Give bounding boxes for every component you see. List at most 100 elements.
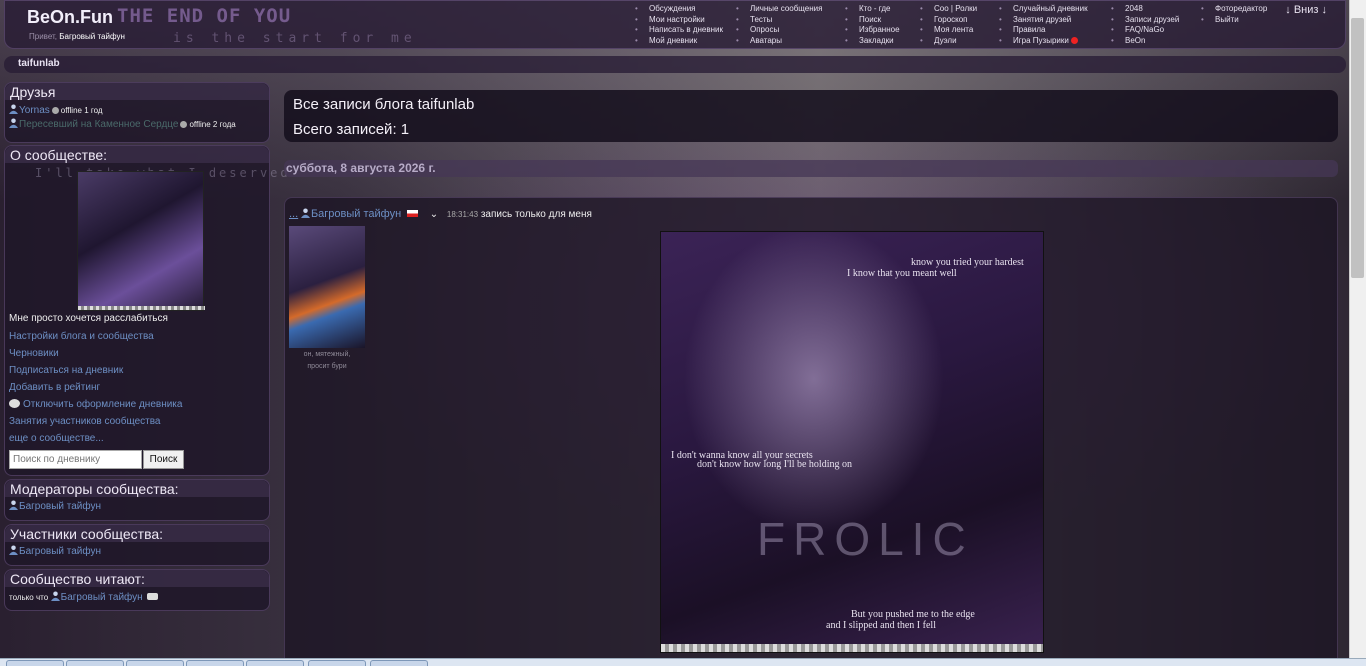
menu-item[interactable]: • Избранное bbox=[845, 25, 900, 36]
post-header: ... Багровый тайфун ⌄ 18:31:43 запись то… bbox=[289, 208, 592, 220]
user-icon bbox=[9, 545, 18, 555]
moderator-link[interactable]: Багровый тайфун bbox=[19, 501, 101, 512]
menu-item[interactable]: • Опросы bbox=[736, 25, 822, 36]
post-image: know you tried your hardest I know that … bbox=[660, 231, 1044, 653]
menu-item[interactable]: • Обсуждения bbox=[635, 4, 723, 15]
menu-item[interactable]: • Записи друзей bbox=[1111, 15, 1179, 26]
menu-item[interactable]: • Аватары bbox=[736, 36, 822, 47]
menu-item[interactable]: • Кто - где bbox=[845, 4, 900, 15]
menu-item[interactable]: • Выйти bbox=[1201, 15, 1267, 26]
menu-item[interactable]: • Игра Пузырики bbox=[999, 36, 1088, 47]
settings-link[interactable]: Настройки блога и сообщества bbox=[9, 328, 182, 345]
menu-item[interactable]: • Гороскоп bbox=[920, 15, 977, 26]
taskbar-button[interactable] bbox=[6, 660, 64, 666]
moderators-block: Модераторы сообщества: Багровый тайфун bbox=[4, 479, 270, 521]
menu-item[interactable]: • Мой дневник bbox=[635, 36, 723, 47]
post-privacy: запись только для меня bbox=[480, 209, 592, 220]
menu-item[interactable]: • Дуэли bbox=[920, 36, 977, 47]
about-title: О сообществе: bbox=[5, 146, 269, 163]
menu-item[interactable]: • Закладки bbox=[845, 36, 900, 47]
more-about-link[interactable]: еще о сообществе... bbox=[9, 430, 182, 447]
menu-item[interactable]: • Мои настройки bbox=[635, 15, 723, 26]
offline-status-icon bbox=[180, 121, 188, 128]
post-count: Всего записей: 1 bbox=[293, 121, 410, 138]
friend-link[interactable]: Yornas bbox=[19, 105, 50, 116]
menu-column-5: • Случайный дневник • Занятия друзей • Прав… bbox=[999, 4, 1088, 46]
subscribe-link[interactable]: Подписаться на дневник bbox=[9, 362, 182, 379]
user-icon bbox=[9, 104, 18, 114]
lyric-line: But you pushed me to the edge bbox=[851, 609, 975, 620]
blog-header: Все записи блога taifunlab Всего записей… bbox=[284, 90, 1338, 142]
reader-time: только что bbox=[9, 593, 49, 602]
diary-search-input[interactable] bbox=[9, 450, 142, 469]
add-rating-link[interactable]: Добавить в рейтинг bbox=[9, 379, 182, 396]
menu-item[interactable]: • BeOn bbox=[1111, 36, 1179, 47]
menu-item[interactable]: • Занятия друзей bbox=[999, 15, 1088, 26]
lyric-line: I know that you meant well bbox=[847, 268, 957, 279]
scroll-down-link[interactable]: ↓ Вниз ↓ bbox=[1285, 4, 1327, 16]
menu-item[interactable]: • Соо | Ролки bbox=[920, 4, 977, 15]
user-icon bbox=[9, 500, 18, 510]
menu-item[interactable]: • FAQ/NaGo bbox=[1111, 25, 1179, 36]
menu-item[interactable]: • Поиск bbox=[845, 15, 900, 26]
menu-item[interactable]: • 2048 bbox=[1111, 4, 1179, 15]
greeting-user[interactable]: Багровый тайфун bbox=[59, 32, 125, 41]
taskbar-button[interactable] bbox=[186, 660, 244, 666]
taskbar-button[interactable] bbox=[126, 660, 184, 666]
menu-item[interactable]: • Тесты bbox=[736, 15, 822, 26]
scrollbar[interactable] bbox=[1349, 0, 1366, 666]
friend-row: Пересевший на Каменное Сердце offline 2 г… bbox=[5, 118, 269, 130]
taskbar-button[interactable] bbox=[308, 660, 366, 666]
post: ... Багровый тайфун ⌄ 18:31:43 запись то… bbox=[284, 197, 1338, 666]
diary-search-button[interactable]: Поиск bbox=[143, 450, 184, 469]
menu-item[interactable]: • Фотоpедактор bbox=[1201, 4, 1267, 15]
menu-item[interactable]: • Правила bbox=[999, 25, 1088, 36]
menu-column-2: • Личные сообщения • Тесты • Опросы • Аватар… bbox=[736, 4, 822, 46]
members-title: Участники сообщества: bbox=[5, 525, 269, 542]
offline-status-icon bbox=[51, 107, 59, 114]
about-links: Настройки блога и сообщества Черновики П… bbox=[5, 328, 182, 447]
menu-column-1: • Обсуждения • Мои настройки • Написать в д… bbox=[635, 4, 723, 46]
drafts-link[interactable]: Черновики bbox=[9, 345, 182, 362]
header-motto: THE END OF YOU bbox=[117, 5, 292, 27]
flag-icon bbox=[406, 210, 418, 217]
site-logo[interactable]: BeOn.Fun bbox=[27, 7, 113, 28]
menu-item[interactable]: • Случайный дневник bbox=[999, 4, 1088, 15]
notification-dot-icon bbox=[1070, 36, 1078, 44]
readers-title: Сообщество читают: bbox=[5, 570, 269, 587]
member-activity-link[interactable]: Занятия участников сообщества bbox=[9, 413, 182, 430]
readers-block: Сообщество читают: только что Багровый т… bbox=[4, 569, 270, 611]
menu-item[interactable]: • Моя лента bbox=[920, 25, 977, 36]
menu-column-7: • Фотоpедактор • Выйти bbox=[1201, 4, 1267, 25]
member-row: Багровый тайфун bbox=[5, 545, 269, 557]
paint-icon bbox=[9, 399, 20, 408]
taskbar-button[interactable] bbox=[246, 660, 304, 666]
scrollbar-thumb[interactable] bbox=[1351, 18, 1364, 278]
reader-link[interactable]: Багровый тайфун bbox=[61, 592, 143, 603]
about-block: О сообществе: I'll take what I deserved … bbox=[4, 145, 288, 476]
diary-search: Поиск bbox=[9, 450, 184, 469]
menu-item[interactable]: • Написать в дневник bbox=[635, 25, 723, 36]
post-menu-link[interactable]: ... bbox=[289, 208, 298, 220]
friend-link[interactable]: Пересевший на Каменное Сердце bbox=[19, 119, 178, 130]
post-author[interactable]: Багровый тайфун bbox=[311, 208, 401, 220]
taskbar-button[interactable] bbox=[66, 660, 124, 666]
image-border bbox=[661, 644, 1043, 652]
friends-block: Друзья Yornas offline 1 год Пересевший на… bbox=[4, 82, 270, 143]
disable-design-row[interactable]: Отключить оформление дневника bbox=[9, 396, 182, 413]
friends-title: Друзья bbox=[5, 83, 269, 100]
date-bar: суббота, 8 августа 2026 г. bbox=[284, 160, 1338, 177]
lyric-line: and I slipped and then I fell bbox=[826, 620, 936, 631]
greeting-label: Привет, bbox=[29, 32, 58, 41]
breadcrumb[interactable]: taifunlab bbox=[4, 56, 1346, 73]
menu-item[interactable]: • Личные сообщения bbox=[736, 4, 822, 15]
post-time: 18:31:43 bbox=[446, 210, 479, 219]
chevron-down-icon[interactable]: ⌄ bbox=[430, 209, 438, 220]
user-icon bbox=[9, 118, 18, 128]
member-link[interactable]: Багровый тайфун bbox=[19, 546, 101, 557]
blog-title: Все записи блога taifunlab bbox=[293, 96, 475, 113]
members-block: Участники сообщества: Багровый тайфун bbox=[4, 524, 270, 566]
disable-design-link[interactable]: Отключить оформление дневника bbox=[23, 399, 182, 410]
menu-column-3: • Кто - где • Поиск • Избранное • Закладки bbox=[845, 4, 900, 46]
taskbar-button[interactable] bbox=[370, 660, 428, 666]
